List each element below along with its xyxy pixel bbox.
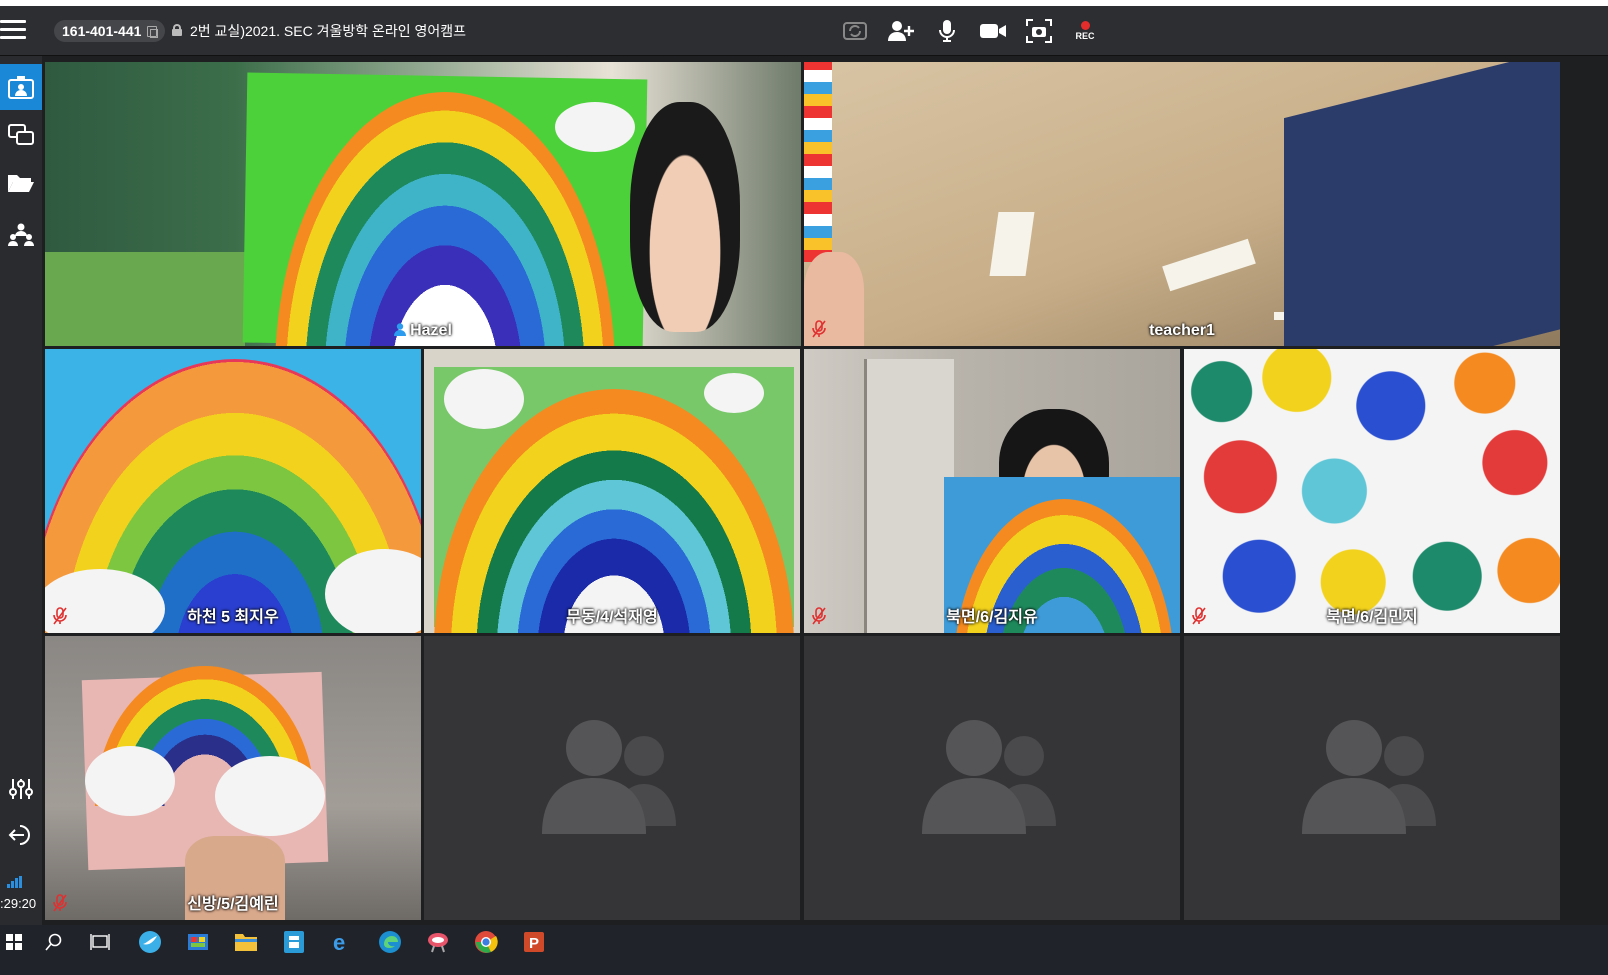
screenshot-icon[interactable] — [1024, 16, 1054, 46]
participant-placeholder-icon — [542, 718, 682, 838]
hamburger-menu-icon[interactable] — [0, 20, 26, 42]
video-tile-participant-3[interactable]: 하천 5 최지우 — [45, 349, 421, 633]
participant-name: 신방/5/김예린 — [187, 896, 279, 913]
video-tile-participant-7[interactable]: 신방/5/김예린 — [45, 636, 421, 920]
record-icon[interactable]: REC — [1070, 16, 1100, 46]
meeting-timer: :29:20 — [0, 896, 37, 911]
chrome-icon[interactable] — [472, 928, 500, 956]
room-id: 161-401-441 — [62, 23, 142, 39]
participant-placeholder-icon — [922, 718, 1062, 838]
empty-video-tile — [804, 636, 1180, 920]
video-camera-icon[interactable] — [978, 16, 1008, 46]
screen-share-icon[interactable] — [0, 112, 42, 158]
left-sidebar: :29:20 — [0, 56, 42, 943]
room-title: 2번 교실)2021. SEC 겨울방학 온라인 영어캠프 — [190, 23, 467, 39]
host-icon — [394, 323, 407, 336]
app-icon[interactable] — [424, 928, 452, 956]
switch-camera-icon[interactable] — [840, 16, 870, 46]
file-explorer-icon[interactable] — [232, 928, 260, 956]
windows-start-icon[interactable] — [0, 928, 28, 956]
participant-name: 하천 5 최지우 — [187, 609, 279, 626]
top-toolbar: 161-401-441 2번 교실)2021. SEC 겨울방학 온라인 영어캠… — [0, 6, 1608, 56]
settings-sliders-icon[interactable] — [0, 766, 42, 812]
video-tile-participant-5[interactable]: 북면/6/김지유 — [804, 349, 1180, 633]
video-tile-teacher1[interactable]: teacher1 — [804, 62, 1560, 346]
video-tile-participant-6[interactable]: 북면/6/김민지 — [1184, 349, 1560, 633]
video-conference-window: 161-401-441 2번 교실)2021. SEC 겨울방학 온라인 영어캠… — [0, 6, 1608, 943]
svg-text:e: e — [333, 930, 345, 954]
app-icon[interactable] — [280, 928, 308, 956]
meeting-controls: REC — [840, 16, 1100, 46]
powerpoint-icon[interactable]: P — [520, 928, 548, 956]
microphone-icon[interactable] — [932, 16, 962, 46]
task-view-icon[interactable] — [86, 928, 114, 956]
exit-icon[interactable] — [0, 812, 42, 858]
network-signal-icon — [7, 876, 23, 888]
edge-icon[interactable] — [376, 928, 404, 956]
svg-text:P: P — [529, 935, 539, 952]
participant-placeholder-icon — [1302, 718, 1442, 838]
folder-icon[interactable] — [0, 160, 42, 206]
video-tile-hazel[interactable]: Hazel — [45, 62, 801, 346]
video-layout-icon[interactable] — [0, 64, 42, 110]
participant-name: 무동/4/석재영 — [566, 609, 658, 626]
room-id-badge[interactable]: 161-401-441 — [54, 20, 166, 42]
record-label: REC — [1075, 31, 1095, 41]
participant-name: Hazel — [45, 322, 801, 340]
video-grid: Hazel teacher1 하천 5 최지우 무동/4/석재영 북면/6/김지… — [45, 62, 1605, 920]
participant-name: 북면/6/김민지 — [1326, 609, 1418, 626]
video-tile-participant-4[interactable]: 무동/4/석재영 — [424, 349, 800, 633]
participant-name: 북면/6/김지유 — [946, 609, 1038, 626]
add-participant-icon[interactable] — [886, 16, 916, 46]
copy-icon[interactable] — [147, 25, 159, 38]
empty-video-tile — [1184, 636, 1560, 920]
participants-icon[interactable] — [0, 212, 42, 258]
participant-name: teacher1 — [1149, 322, 1215, 339]
internet-explorer-icon[interactable]: e — [328, 928, 356, 956]
app-icon[interactable] — [136, 928, 164, 956]
app-icon[interactable] — [184, 928, 212, 956]
search-icon[interactable] — [40, 928, 68, 956]
lock-icon — [172, 24, 182, 36]
empty-video-tile — [424, 636, 800, 920]
